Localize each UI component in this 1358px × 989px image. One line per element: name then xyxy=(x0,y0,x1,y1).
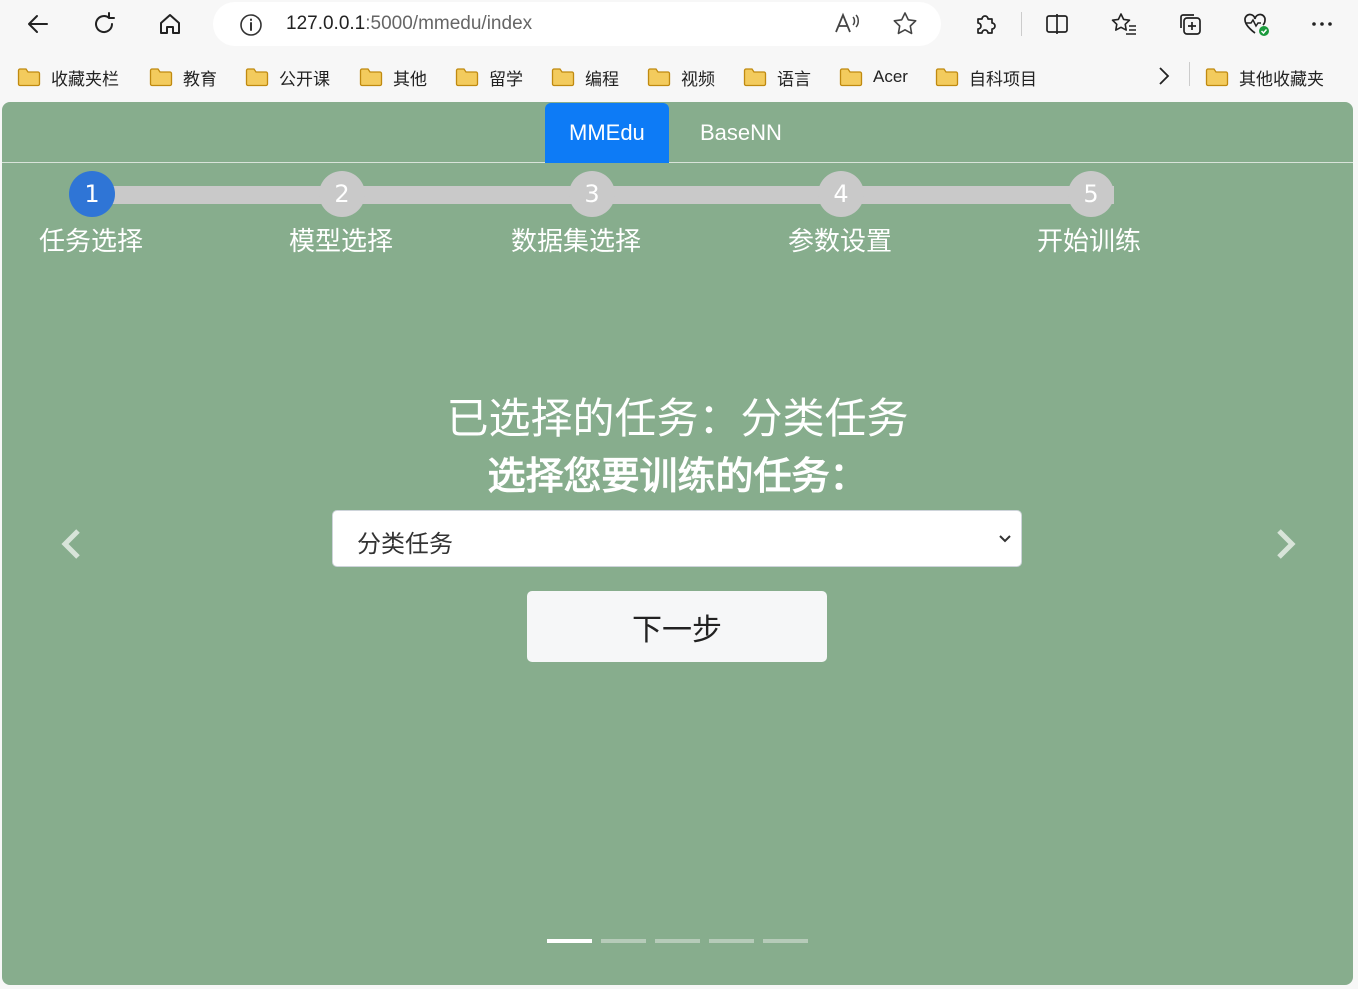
step-4-circle[interactable]: 4 xyxy=(818,171,864,217)
bookmark-folder[interactable]: 其他 xyxy=(359,64,427,90)
more-dots-icon xyxy=(1312,22,1332,26)
step-5-label: 开始训练 xyxy=(1036,227,1142,257)
step-5-circle[interactable]: 5 xyxy=(1068,171,1114,217)
carousel-indicator[interactable] xyxy=(547,939,592,943)
tab-basenn[interactable]: BaseNN xyxy=(676,103,806,163)
bookmark-folder[interactable]: 公开课 xyxy=(245,64,330,90)
folder-icon xyxy=(359,68,383,87)
chevron-right-icon[interactable] xyxy=(1153,65,1175,87)
folder-icon xyxy=(455,68,479,87)
step-2-circle[interactable]: 2 xyxy=(319,171,365,217)
url-path: :5000/mmedu/index xyxy=(365,13,533,34)
favorite-star-icon[interactable] xyxy=(891,10,919,38)
bookmark-label: 编程 xyxy=(585,69,619,89)
bookmark-label: 收藏夹栏 xyxy=(51,69,119,89)
task-select-value: 分类任务 xyxy=(357,530,453,558)
bookmark-folder[interactable]: 收藏夹栏 xyxy=(17,64,119,90)
split-screen-icon xyxy=(1046,14,1068,34)
carousel-indicator[interactable] xyxy=(763,939,808,943)
collections-button[interactable] xyxy=(1172,6,1208,42)
folder-icon xyxy=(551,68,575,87)
bookmark-label: 其他 xyxy=(393,69,427,89)
favorites-list-icon xyxy=(1111,13,1136,35)
heart-pulse-icon xyxy=(1244,13,1269,36)
carousel-next-icon[interactable] xyxy=(1270,527,1300,561)
address-bar[interactable]: 127.0.0.1:5000/mmedu/index xyxy=(213,2,941,46)
split-screen-button[interactable] xyxy=(1039,6,1075,42)
bookmark-label: 留学 xyxy=(489,69,523,89)
carousel-indicator[interactable] xyxy=(601,939,646,943)
bookmark-folder[interactable]: 视频 xyxy=(647,64,715,90)
browser-essentials-button[interactable] xyxy=(1238,6,1274,42)
step-4-label: 参数设置 xyxy=(787,227,893,257)
bookmark-folder[interactable]: 教育 xyxy=(149,64,217,90)
back-arrow-icon xyxy=(28,15,48,33)
extensions-button[interactable] xyxy=(967,6,1003,42)
task-select[interactable]: 分类任务 xyxy=(332,510,1022,567)
toolbar-separator xyxy=(1021,12,1022,36)
favorites-button[interactable] xyxy=(1106,6,1142,42)
url-text[interactable]: 127.0.0.1:5000/mmedu/index xyxy=(286,13,532,35)
choose-task-heading: 选择您要训练的任务： xyxy=(487,454,868,498)
folder-icon xyxy=(743,68,767,87)
step-3-circle[interactable]: 3 xyxy=(569,171,615,217)
folder-icon xyxy=(1205,68,1229,87)
bookmark-label: 视频 xyxy=(681,69,715,89)
tab-mmedu[interactable]: MMEdu xyxy=(545,103,669,163)
folder-icon xyxy=(647,68,671,87)
carousel-indicator[interactable] xyxy=(655,939,700,943)
page-content: MMEdu BaseNN 1 2 3 4 5 任务选择 模型选择 数据集选择 参… xyxy=(2,102,1353,985)
home-icon xyxy=(160,14,180,34)
folder-icon xyxy=(935,68,959,87)
url-host: 127.0.0.1 xyxy=(286,13,366,34)
bookmarks-bar: 收藏夹栏 教育 公开课 其他 留学 编程 视频 语言 Acer 自科项目 其他收… xyxy=(0,50,1358,102)
refresh-icon xyxy=(95,12,115,33)
step-2-label: 模型选择 xyxy=(288,227,394,257)
folder-icon xyxy=(839,68,863,87)
back-button[interactable] xyxy=(20,6,56,42)
step-1-circle[interactable]: 1 xyxy=(69,171,115,217)
home-button[interactable] xyxy=(152,6,188,42)
selected-task-heading: 已选择的任务：分类任务 xyxy=(446,394,909,443)
other-bookmarks-folder[interactable]: 其他收藏夹 xyxy=(1205,64,1324,90)
bookmark-label: Acer xyxy=(873,67,908,86)
carousel-prev-icon[interactable] xyxy=(57,527,87,561)
refresh-button[interactable] xyxy=(86,6,122,42)
read-aloud-icon[interactable] xyxy=(833,11,861,37)
bookmark-label: 公开课 xyxy=(279,69,330,89)
step-1-label: 任务选择 xyxy=(38,227,144,257)
bookmark-folder[interactable]: 编程 xyxy=(551,64,619,90)
bookmarks-separator xyxy=(1189,62,1190,86)
step-progress: 1 2 3 4 5 任务选择 模型选择 数据集选择 参数设置 开始训练 xyxy=(2,163,1353,273)
carousel-indicator[interactable] xyxy=(709,939,754,943)
more-options-button[interactable] xyxy=(1304,6,1340,42)
bookmark-label: 语言 xyxy=(777,69,811,89)
folder-icon xyxy=(17,68,41,87)
bookmark-folder[interactable]: 语言 xyxy=(743,64,811,90)
bookmark-label: 教育 xyxy=(183,69,217,89)
chevron-down-icon xyxy=(999,535,1011,543)
browser-toolbar: 127.0.0.1:5000/mmedu/index xyxy=(0,0,1358,50)
bookmark-folder[interactable]: 自科项目 xyxy=(935,64,1037,90)
puzzle-icon xyxy=(977,15,996,34)
framework-tabs: MMEdu BaseNN xyxy=(2,102,1353,163)
collections-icon xyxy=(1180,14,1201,35)
folder-icon xyxy=(245,68,269,87)
bookmark-label: 其他收藏夹 xyxy=(1239,69,1324,89)
info-icon[interactable] xyxy=(238,12,264,38)
step-3-label: 数据集选择 xyxy=(510,227,642,257)
bookmark-folder[interactable]: Acer xyxy=(839,64,908,90)
folder-icon xyxy=(149,68,173,87)
bookmark-label: 自科项目 xyxy=(969,69,1037,89)
bookmark-folder[interactable]: 留学 xyxy=(455,64,523,90)
next-step-button[interactable]: 下一步 xyxy=(527,591,827,662)
